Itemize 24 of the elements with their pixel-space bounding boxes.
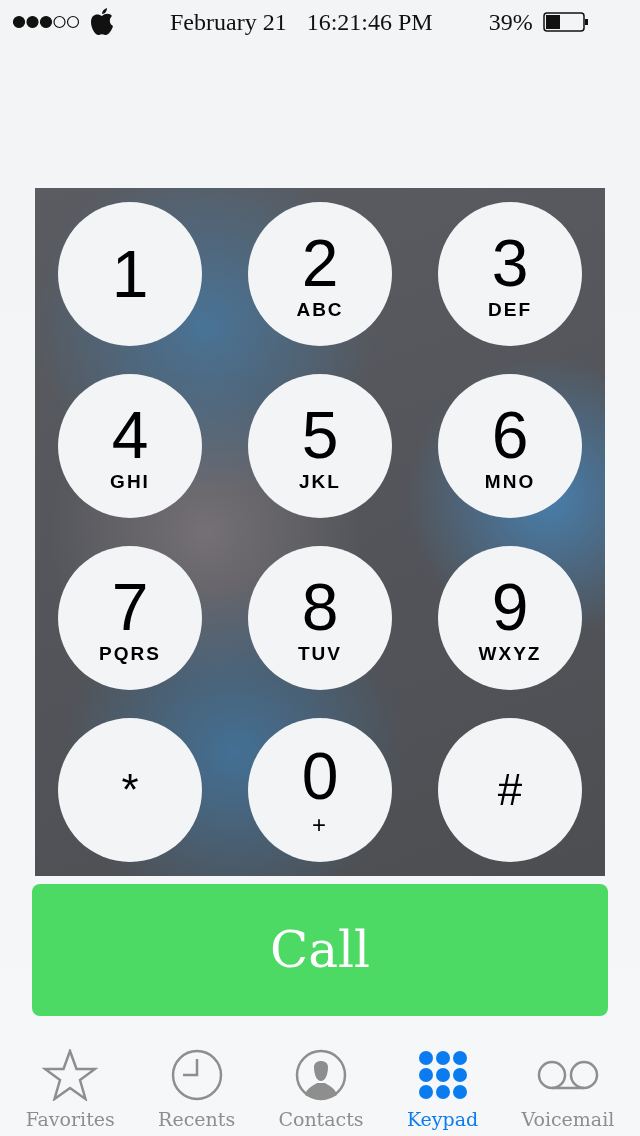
signal-icon	[12, 15, 80, 29]
keypad-key[interactable]: 4 GHI	[58, 374, 202, 518]
apple-icon	[90, 8, 114, 36]
keypad-key[interactable]: 6 MNO	[438, 374, 582, 518]
keypad-key[interactable]: 2 ABC	[248, 202, 392, 346]
tab[interactable]: Keypad	[406, 1048, 479, 1136]
keypad-key[interactable]: 5 JKL	[248, 374, 392, 518]
battery-percent: 39%	[488, 8, 533, 36]
keypad-key[interactable]: 8 TUV	[248, 546, 392, 690]
battery-icon	[542, 12, 589, 32]
keypad-key[interactable]: 0 +	[248, 718, 392, 862]
keypad-key[interactable]: 9 WXYZ	[438, 546, 582, 690]
contact-icon	[295, 1049, 347, 1101]
keypad-key[interactable]: #	[438, 718, 582, 862]
clock-text: 16:21:46 PM	[306, 8, 433, 36]
keypad-key[interactable]: 7 PQRS	[58, 546, 202, 690]
star-icon	[42, 1049, 99, 1101]
date-text: February 21	[170, 8, 287, 36]
keypad-key[interactable]: 3 DEF	[438, 202, 582, 346]
keypad-key[interactable]: 1	[58, 202, 202, 346]
keypad-key[interactable]: *	[58, 718, 202, 862]
voicemail-icon	[536, 1060, 599, 1090]
clock-icon	[170, 1049, 223, 1101]
keypad-icon	[417, 1050, 468, 1100]
